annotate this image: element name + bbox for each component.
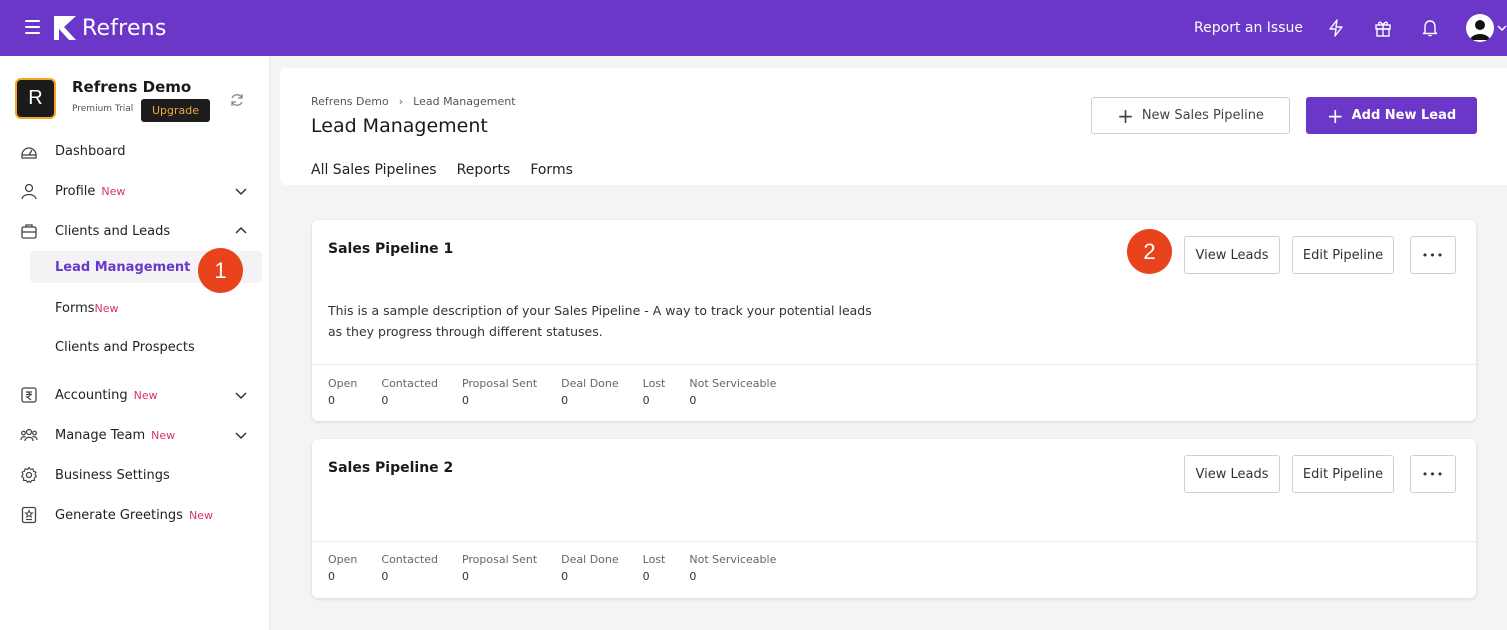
more-options-button[interactable]: •••	[1410, 455, 1456, 493]
sidebar-item-generate-greetings[interactable]: Generate Greetings New	[0, 497, 270, 533]
step-marker-2: 2	[1127, 229, 1172, 274]
pipeline-name: Sales Pipeline 1	[328, 241, 454, 257]
pipeline-stats: Open 0 Contacted 0 Proposal Sent 0 Deal Don…	[328, 553, 800, 583]
new-badge: New	[133, 388, 158, 402]
sidebar-item-profile[interactable]: Profile New	[0, 173, 270, 209]
sidebar-item-clients-and-leads[interactable]: Clients and Leads	[0, 213, 270, 249]
pipeline-card: Sales Pipeline 2 View Leads Edit Pipelin…	[312, 439, 1476, 598]
stat-contacted: Contacted 0	[381, 553, 438, 583]
team-icon	[20, 428, 38, 442]
sidebar-subitem-label: Lead Management	[55, 259, 191, 275]
sidebar-item-label: Profile	[55, 183, 96, 199]
edit-pipeline-button[interactable]: Edit Pipeline	[1292, 455, 1394, 493]
stat-lost: Lost 0	[642, 377, 666, 407]
app-name: Refrens	[82, 15, 167, 41]
page-header: Refrens Demo › Lead Management Lead Mana…	[280, 68, 1507, 185]
view-leads-button[interactable]: View Leads	[1184, 236, 1280, 274]
sidebar: R Refrens Demo Premium Trial Upgrade Das…	[0, 56, 270, 630]
stat-open: Open 0	[328, 553, 358, 583]
sidebar-item-accounting[interactable]: Accounting New	[0, 377, 270, 413]
hamburger-menu-icon[interactable]	[25, 20, 40, 34]
new-sales-pipeline-button[interactable]: + New Sales Pipeline	[1091, 97, 1290, 134]
new-sales-pipeline-label: New Sales Pipeline	[1141, 108, 1264, 123]
sidebar-subitem-clients-and-prospects[interactable]: Clients and Prospects	[30, 331, 262, 363]
pipeline-description: This is a sample description of your Sal…	[328, 303, 872, 339]
sidebar-subitem-label: Forms	[55, 300, 95, 316]
divider	[312, 541, 1476, 542]
add-new-lead-button[interactable]: + Add New Lead	[1306, 97, 1477, 134]
stat-open: Open 0	[328, 377, 358, 407]
report-issue-link[interactable]: Report an Issue	[1194, 20, 1303, 36]
edit-pipeline-button[interactable]: Edit Pipeline	[1292, 236, 1394, 274]
app-logo[interactable]: Refrens	[52, 14, 166, 42]
sidebar-subitem-label: Clients and Prospects	[55, 339, 195, 355]
chevron-down-icon[interactable]	[1497, 17, 1507, 39]
bolt-icon[interactable]	[1325, 17, 1347, 39]
sidebar-item-label: Generate Greetings	[55, 507, 183, 523]
chevron-down-icon[interactable]	[234, 428, 248, 442]
stat-deal-done: Deal Done 0	[561, 377, 619, 407]
plus-icon: +	[1326, 103, 1344, 128]
breadcrumb-item-current: Lead Management	[413, 95, 516, 108]
bell-icon[interactable]	[1419, 17, 1441, 39]
sidebar-item-label: Business Settings	[55, 467, 170, 483]
chevron-right-icon: ›	[398, 95, 404, 108]
sidebar-item-label: Clients and Leads	[55, 223, 171, 239]
upgrade-button[interactable]: Upgrade	[141, 99, 210, 122]
chevron-down-icon[interactable]	[234, 388, 248, 402]
gift-icon[interactable]	[1372, 17, 1394, 39]
refrens-logo-icon	[54, 16, 76, 40]
tab-bar: All Sales Pipelines Reports Forms	[311, 162, 593, 178]
user-icon	[21, 183, 37, 200]
plus-icon: +	[1117, 103, 1134, 128]
sidebar-item-manage-team[interactable]: Manage Team New	[0, 417, 270, 453]
chevron-up-icon[interactable]	[234, 224, 248, 238]
sidebar-subitem-forms[interactable]: FormsNew	[30, 292, 262, 324]
stat-proposal-sent: Proposal Sent 0	[461, 553, 538, 583]
org-avatar: R	[15, 78, 56, 119]
stat-contacted: Contacted 0	[381, 377, 438, 407]
org-name: Refrens Demo	[72, 78, 192, 96]
greeting-icon	[21, 506, 37, 524]
step-marker-1: 1	[198, 248, 243, 293]
stat-proposal-sent: Proposal Sent 0	[461, 377, 538, 407]
dashboard-icon	[21, 147, 37, 159]
sidebar-item-dashboard[interactable]: Dashboard	[0, 133, 270, 169]
new-badge: New	[188, 508, 213, 522]
more-options-button[interactable]: •••	[1410, 236, 1456, 274]
briefcase-icon	[21, 224, 37, 239]
divider	[312, 364, 1476, 365]
tab-reports[interactable]: Reports	[457, 162, 511, 178]
sidebar-item-label: Accounting	[55, 387, 128, 403]
stat-not-serviceable: Not Serviceable 0	[689, 377, 777, 407]
rupee-icon	[21, 387, 37, 403]
sidebar-item-label: Dashboard	[55, 143, 126, 159]
refresh-icon[interactable]	[229, 92, 245, 108]
breadcrumb: Refrens Demo › Lead Management	[311, 95, 516, 108]
chevron-down-icon[interactable]	[234, 184, 248, 198]
new-badge: New	[94, 301, 119, 315]
pipeline-card: Sales Pipeline 1 This is a sample descri…	[312, 220, 1476, 421]
tab-forms[interactable]: Forms	[530, 162, 573, 178]
stat-deal-done: Deal Done 0	[561, 553, 619, 583]
new-badge: New	[101, 184, 126, 198]
user-avatar-icon[interactable]	[1466, 14, 1494, 42]
view-leads-button[interactable]: View Leads	[1184, 455, 1280, 493]
stat-lost: Lost 0	[642, 553, 666, 583]
sidebar-item-label: Manage Team	[55, 427, 146, 443]
pipeline-stats: Open 0 Contacted 0 Proposal Sent 0 Deal Don…	[328, 377, 800, 407]
top-bar: Refrens Report an Issue	[0, 0, 1507, 56]
sidebar-item-business-settings[interactable]: Business Settings	[0, 457, 270, 493]
gear-icon	[20, 466, 38, 484]
pipeline-name: Sales Pipeline 2	[328, 460, 454, 476]
page-title: Lead Management	[311, 115, 488, 137]
org-plan: Premium Trial	[72, 104, 134, 114]
breadcrumb-item-org[interactable]: Refrens Demo	[311, 95, 389, 108]
tab-all-sales-pipelines[interactable]: All Sales Pipelines	[311, 162, 437, 178]
add-new-lead-label: Add New Lead	[1351, 108, 1457, 123]
new-badge: New	[151, 428, 176, 442]
stat-not-serviceable: Not Serviceable 0	[689, 553, 777, 583]
